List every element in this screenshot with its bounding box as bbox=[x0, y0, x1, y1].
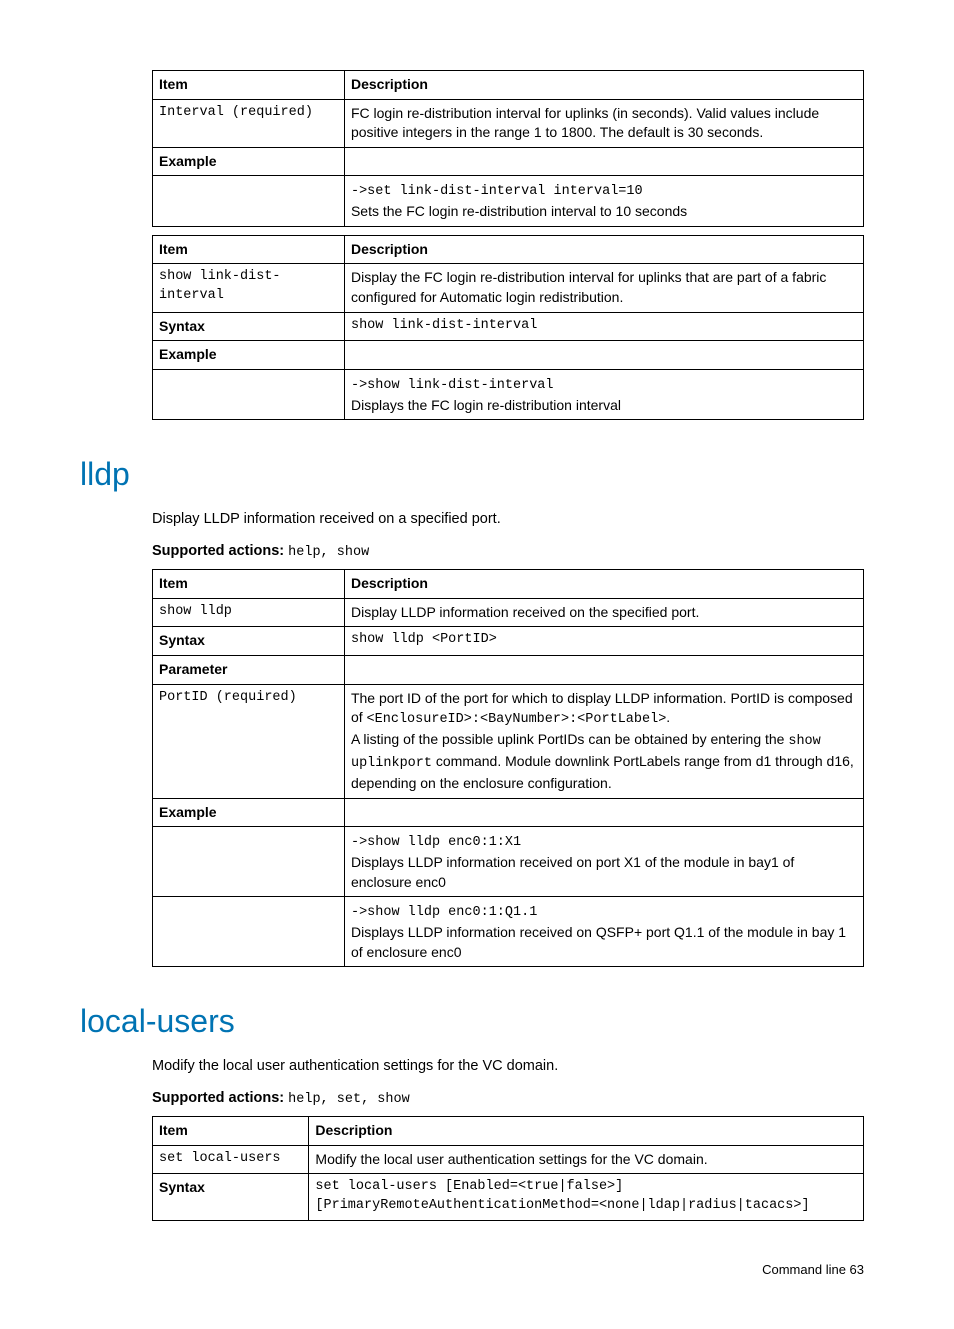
code-line: ->show lldp enc0:1:Q1.1 bbox=[351, 905, 537, 920]
local-users-table: Item Description set local-users Modify … bbox=[152, 1116, 864, 1221]
cell-desc: FC login re-distribution interval for up… bbox=[344, 99, 863, 147]
code-line: ->show lldp enc0:1:X1 bbox=[351, 835, 521, 850]
lldp-intro: Display LLDP information received on a s… bbox=[152, 509, 864, 529]
cell-desc: Modify the local user authentication set… bbox=[309, 1145, 864, 1174]
col-header-item: Item bbox=[153, 1117, 309, 1146]
cell-empty bbox=[344, 341, 863, 370]
text-part: A listing of the possible uplink PortIDs… bbox=[351, 731, 788, 747]
col-header-item: Item bbox=[153, 570, 345, 599]
col-header-desc: Description bbox=[309, 1117, 864, 1146]
link-dist-show-table: Item Description show link-dist-interval… bbox=[152, 235, 864, 420]
col-header-desc: Description bbox=[344, 71, 863, 100]
desc-line: Displays the FC login re-distribution in… bbox=[351, 397, 621, 413]
cell-portid-desc: The port ID of the port for which to dis… bbox=[344, 684, 863, 798]
desc-line: Sets the FC login re-distribution interv… bbox=[351, 203, 687, 219]
section-heading-local-users: local-users bbox=[80, 999, 864, 1044]
cell-item: Interval (required) bbox=[153, 99, 345, 147]
cell-desc: Display LLDP information received on the… bbox=[344, 598, 863, 627]
cell-empty bbox=[153, 176, 345, 226]
supported-actions: help, show bbox=[288, 545, 369, 560]
cell-syntax-label: Syntax bbox=[153, 627, 345, 656]
desc-line: Displays LLDP information received on QS… bbox=[351, 924, 846, 960]
section-heading-lldp: lldp bbox=[80, 452, 864, 497]
cell-empty bbox=[344, 656, 863, 685]
code-part: <EnclosureID>:<BayNumber>:<PortLabel> bbox=[367, 712, 667, 727]
supported-label: Supported actions bbox=[152, 543, 279, 559]
cell-syntax-label: Syntax bbox=[153, 1174, 309, 1221]
cell-example-label: Example bbox=[153, 147, 345, 176]
code-line: ->set link-dist-interval interval=10 bbox=[351, 184, 643, 199]
cell-empty bbox=[153, 369, 345, 419]
code-line: ->show link-dist-interval bbox=[351, 378, 554, 393]
cell-empty bbox=[153, 827, 345, 897]
cell-parameter-label: Parameter bbox=[153, 656, 345, 685]
cell-syntax-value: set local-users [Enabled=<true|false>] [… bbox=[309, 1174, 864, 1221]
cell-empty bbox=[344, 798, 863, 827]
cell-example-content: ->show link-dist-interval Displays the F… bbox=[344, 369, 863, 419]
cell-item: show link-dist-interval bbox=[153, 264, 345, 312]
cell-desc: Display the FC login re-distribution int… bbox=[344, 264, 863, 312]
supported-actions: help, set, show bbox=[288, 1092, 410, 1107]
local-users-intro: Modify the local user authentication set… bbox=[152, 1056, 864, 1076]
link-dist-set-table: Item Description Interval (required) FC … bbox=[152, 70, 864, 227]
local-users-supported: Supported actions: help, set, show bbox=[152, 1088, 864, 1110]
col-header-desc: Description bbox=[344, 235, 863, 264]
lldp-supported: Supported actions: help, show bbox=[152, 541, 864, 563]
cell-item: show lldp bbox=[153, 598, 345, 627]
cell-example-label: Example bbox=[153, 798, 345, 827]
cell-example-label: Example bbox=[153, 341, 345, 370]
cell-example-content: ->show lldp enc0:1:Q1.1 Displays LLDP in… bbox=[344, 897, 863, 967]
text-part: . bbox=[666, 709, 670, 725]
cell-portid: PortID (required) bbox=[153, 684, 345, 798]
cell-syntax-label: Syntax bbox=[153, 312, 345, 341]
cell-empty bbox=[153, 897, 345, 967]
cell-example-content: ->show lldp enc0:1:X1 Displays LLDP info… bbox=[344, 827, 863, 897]
cell-empty bbox=[344, 147, 863, 176]
cell-example-content: ->set link-dist-interval interval=10 Set… bbox=[344, 176, 863, 226]
desc-line: Displays LLDP information received on po… bbox=[351, 854, 794, 890]
col-header-item: Item bbox=[153, 235, 345, 264]
supported-label: Supported actions bbox=[152, 1090, 279, 1106]
cell-syntax-value: show lldp <PortID> bbox=[344, 627, 863, 656]
col-header-item: Item bbox=[153, 71, 345, 100]
col-header-desc: Description bbox=[344, 570, 863, 599]
page-footer: Command line 63 bbox=[80, 1261, 864, 1279]
lldp-table: Item Description show lldp Display LLDP … bbox=[152, 569, 864, 967]
cell-item: set local-users bbox=[153, 1145, 309, 1174]
cell-syntax-value: show link-dist-interval bbox=[344, 312, 863, 341]
